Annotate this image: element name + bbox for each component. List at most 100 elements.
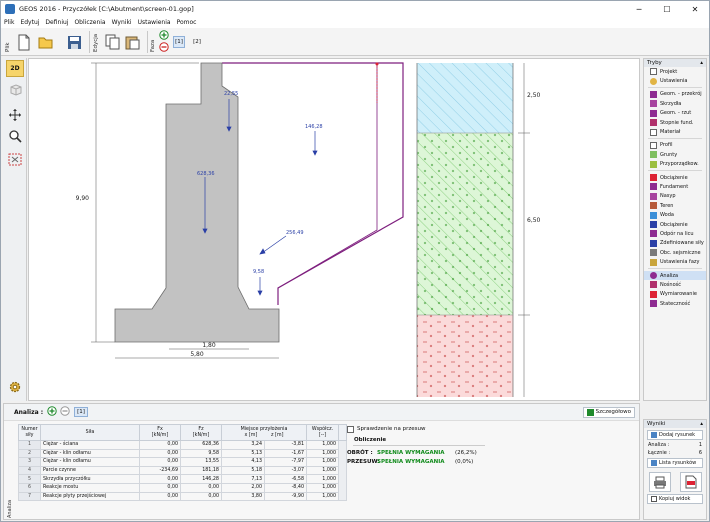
table-row[interactable]: 6 Reakcje mostu 0,00 0,00 2,00 -8,40 1,000 bbox=[18, 482, 347, 493]
maximize-button[interactable]: ☐ bbox=[653, 1, 681, 17]
zoom-extents-button[interactable] bbox=[6, 151, 24, 168]
remove-analysis-button[interactable] bbox=[60, 406, 70, 418]
settings-button[interactable] bbox=[6, 378, 24, 395]
analysis-title: Analiza : bbox=[14, 408, 44, 416]
copy-button[interactable] bbox=[103, 32, 121, 52]
paste-button[interactable] bbox=[123, 32, 141, 52]
mode-geom-przekroj[interactable]: Geom. - przekrój bbox=[644, 90, 706, 99]
mode-zdefiniowane-sily[interactable]: Zdefiniowane siły bbox=[644, 239, 706, 248]
mode-profil[interactable]: Profil bbox=[644, 141, 706, 150]
plus-icon bbox=[159, 30, 169, 40]
pan-button[interactable] bbox=[6, 106, 24, 123]
mode-material[interactable]: Materiał bbox=[644, 127, 706, 136]
terrain-icon bbox=[650, 202, 657, 210]
mode-statecznosc[interactable]: Stateczność bbox=[644, 299, 706, 308]
minimize-button[interactable]: ─ bbox=[625, 1, 653, 17]
new-file-button[interactable] bbox=[15, 32, 33, 52]
gear-icon bbox=[9, 381, 21, 392]
table-row[interactable]: 7 Reakcje płyty przejściowej 0,00 0,00 3,80-… bbox=[18, 491, 347, 502]
drawing-canvas[interactable]: 9,90 2,50 6,50 1,80 5,80 22,55 146,28 62… bbox=[28, 58, 640, 401]
mode-grunty[interactable]: Grunty bbox=[644, 150, 706, 159]
toolbar-label-edit: Edycja bbox=[93, 33, 99, 52]
mode-projekt[interactable]: Projekt bbox=[644, 67, 706, 76]
table-row[interactable]: 3 Ciężar - klin odłamu 0,00 13,55 4,13 -7,97 1… bbox=[18, 457, 347, 467]
menu-wyniki[interactable]: Wyniki bbox=[109, 19, 135, 26]
plus-icon bbox=[47, 406, 57, 416]
col-place: Miejsce przyłożenia x [m] z [m] bbox=[221, 424, 307, 441]
printer-icon bbox=[653, 476, 666, 488]
mode-przyporzadkowanie[interactable]: Przyporządkow. bbox=[644, 160, 706, 169]
view-2d-button[interactable]: 2D bbox=[6, 60, 24, 77]
mode-nasyp[interactable]: Nasyp bbox=[644, 192, 706, 201]
menu-definiuj[interactable]: Definiuj bbox=[42, 19, 71, 26]
sliding-check-checkbox[interactable] bbox=[347, 425, 354, 433]
menu-plik[interactable]: Plik bbox=[1, 19, 17, 26]
mode-nosnosc[interactable]: Nośność bbox=[644, 280, 706, 289]
menu-bar: Plik Edytuj Definiuj Obliczenia Wyniki U… bbox=[1, 17, 709, 28]
picture-list-button[interactable]: Lista rysunków bbox=[647, 458, 703, 468]
remove-stage-button[interactable] bbox=[159, 42, 169, 52]
add-picture-button[interactable]: Dodaj rysunek bbox=[647, 430, 703, 440]
add-stage-button[interactable] bbox=[159, 30, 169, 40]
col-number: Numer siły bbox=[18, 424, 41, 441]
col-fx: Fx [kN/m] bbox=[139, 424, 181, 441]
mode-skrzydla[interactable]: Skrzydła bbox=[644, 99, 706, 108]
table-scrollbar[interactable] bbox=[338, 439, 347, 502]
table-row[interactable]: 4 Parcie czynne -234,69 181,18 5,18 -3,07 1,00… bbox=[18, 465, 347, 476]
pin-icon[interactable]: ▴ bbox=[700, 421, 706, 427]
open-file-button[interactable] bbox=[37, 32, 55, 52]
dim-layer-2: 6,50 bbox=[527, 217, 541, 224]
table-row[interactable]: 1 Ciężar - ściana 0,00 628,36 3,24 -3,81 1,000 bbox=[18, 439, 347, 502]
mode-wymiarowanie[interactable]: Wymiarowanie bbox=[644, 290, 706, 299]
mode-ustawienia-fazy[interactable]: Ustawienia fazy bbox=[644, 257, 706, 266]
toolbar-label-file: Plik bbox=[5, 42, 11, 52]
load-icon bbox=[650, 174, 657, 182]
menu-obliczenia[interactable]: Obliczenia bbox=[71, 19, 108, 26]
mode-ustawienia[interactable]: Ustawienia bbox=[644, 76, 706, 85]
view-3d-button[interactable] bbox=[6, 81, 24, 98]
pin-icon[interactable]: ▴ bbox=[700, 60, 706, 66]
menu-pomoc[interactable]: Pomoc bbox=[174, 19, 200, 26]
save-button[interactable] bbox=[65, 32, 83, 52]
soils-icon bbox=[650, 151, 657, 159]
mode-obciazenie[interactable]: Obciążenie bbox=[644, 173, 706, 182]
surcharge-icon bbox=[650, 221, 657, 229]
plan-icon bbox=[650, 109, 657, 117]
mode-obciazenie-2[interactable]: Obciążenie bbox=[644, 220, 706, 229]
geos-window: GEOS 2016 - Przyczółek [C:\Abutment\scre… bbox=[0, 0, 710, 522]
export-pdf-button[interactable] bbox=[679, 472, 702, 492]
mode-obc-sejsmiczne[interactable]: Obc. sejsmiczne bbox=[644, 248, 706, 257]
close-button[interactable]: ✕ bbox=[681, 1, 709, 17]
forces-icon bbox=[650, 239, 657, 247]
menu-edytuj[interactable]: Edytuj bbox=[17, 19, 42, 26]
mode-woda[interactable]: Woda bbox=[644, 210, 706, 219]
add-analysis-button[interactable] bbox=[47, 406, 57, 418]
table-row[interactable]: 5 Skrzydła przyczółku 0,00 146,28 7,13 -6,58 1… bbox=[18, 474, 347, 484]
dimensioning-icon bbox=[650, 290, 657, 298]
copy-view-button[interactable]: Kopiuj widok bbox=[647, 494, 703, 504]
backfill-boundary bbox=[222, 62, 404, 305]
stage-tab-2[interactable]: [2] bbox=[191, 36, 203, 48]
steps-icon bbox=[650, 119, 657, 127]
col-force: Siła bbox=[40, 424, 140, 441]
dim-layer-1: 2,50 bbox=[527, 92, 541, 99]
mode-teren[interactable]: Teren bbox=[644, 201, 706, 210]
stage-tab-1[interactable]: [1] bbox=[173, 36, 185, 48]
col-coef: Współcz. [--] bbox=[306, 424, 339, 441]
mode-analiza[interactable]: Analiza bbox=[644, 270, 706, 281]
copy-icon bbox=[105, 34, 119, 50]
app-icon bbox=[5, 4, 15, 14]
window-title: GEOS 2016 - Przyczółek [C:\Abutment\scre… bbox=[19, 5, 194, 13]
mode-odpor-na-licu[interactable]: Odpór na licu bbox=[644, 229, 706, 238]
result-row-przesuw: PRZESUW: SPEŁNIA WYMAGANIA (0,0%) bbox=[347, 459, 474, 465]
table-row[interactable]: 2 Ciężar - klin odłamu 0,00 9,58 5,13 -1,67 1,… bbox=[18, 448, 347, 459]
zoom-button[interactable] bbox=[6, 127, 24, 144]
print-button[interactable] bbox=[648, 472, 671, 492]
analysis-tab-1[interactable]: [1] bbox=[74, 407, 88, 417]
mode-stopnie-fund[interactable]: Stopnie fund. bbox=[644, 118, 706, 127]
mode-geom-rzut[interactable]: Geom. - rzut bbox=[644, 109, 706, 118]
details-button[interactable]: Szczegółowo bbox=[582, 406, 635, 418]
menu-ustawienia[interactable]: Ustawienia bbox=[135, 19, 174, 26]
mode-fundament[interactable]: Fundament bbox=[644, 182, 706, 191]
title-bar: GEOS 2016 - Przyczółek [C:\Abutment\scre… bbox=[1, 1, 709, 17]
